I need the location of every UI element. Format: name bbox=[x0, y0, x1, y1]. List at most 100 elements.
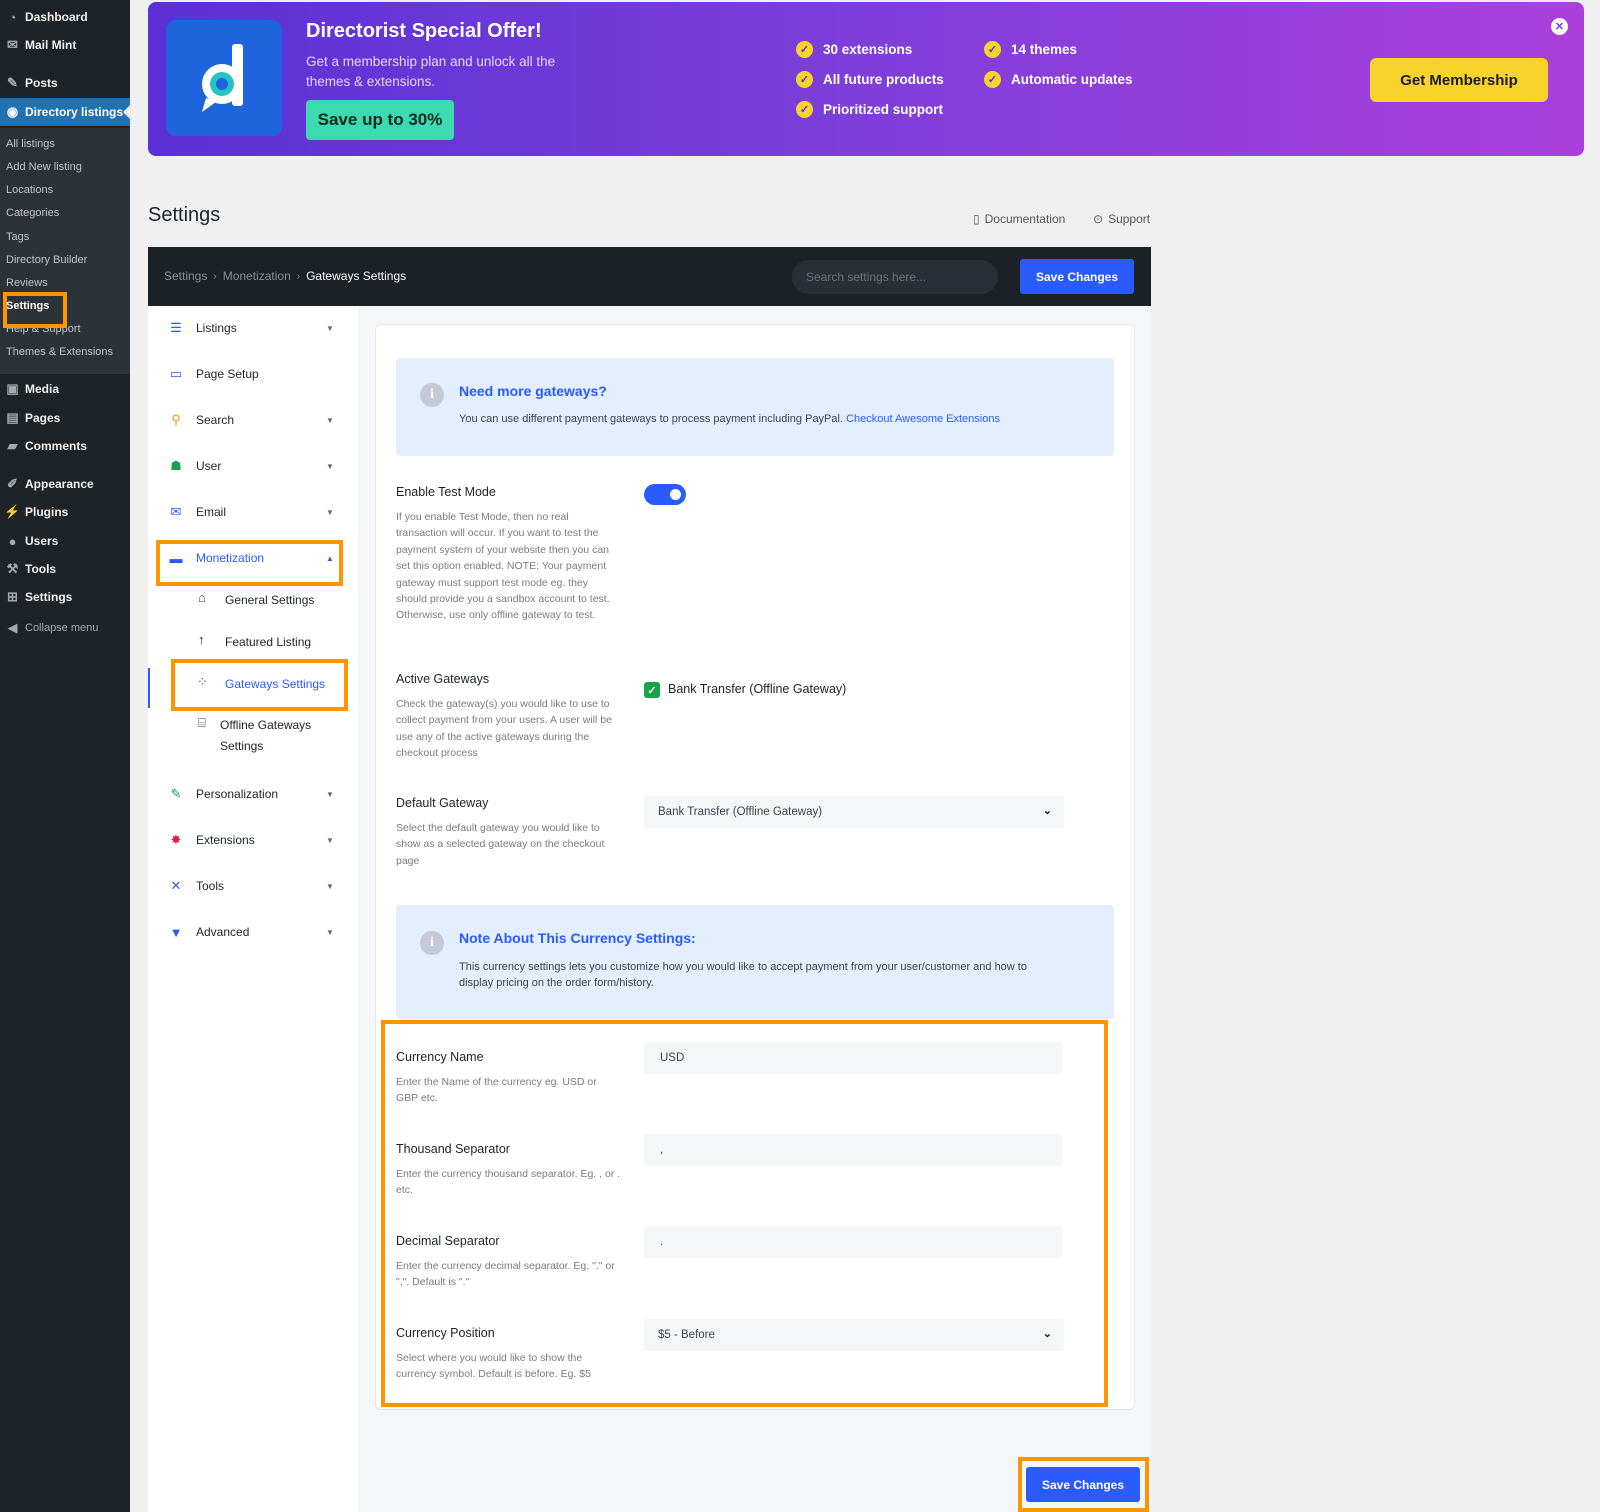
menu-dashboard[interactable]: ◔ Dashboard bbox=[0, 3, 130, 31]
directorist-logo bbox=[166, 20, 282, 136]
nav-listings[interactable]: ☰ Listings ▼ bbox=[148, 308, 358, 348]
menu-appearance[interactable]: ✐ Appearance bbox=[0, 470, 130, 498]
settings-search-input[interactable] bbox=[792, 260, 998, 294]
save-offer-button[interactable]: Save up to 30% bbox=[306, 100, 454, 140]
currency-position-label: Currency Position bbox=[396, 1326, 495, 1340]
help-icon: ⊙ bbox=[1093, 212, 1104, 226]
chevron-down-icon: ⌄ bbox=[1042, 805, 1052, 817]
nav-featured-listing[interactable]: Featured Listing bbox=[225, 632, 311, 653]
currency-notice: i Note About This Currency Settings: Thi… bbox=[396, 905, 1114, 1019]
decimal-separator-input[interactable] bbox=[644, 1226, 1062, 1258]
nav-email[interactable]: ✉ Email ▼ bbox=[148, 492, 358, 532]
tools-icon: ✕ bbox=[170, 878, 182, 893]
nav-tools[interactable]: ✕ Tools ▼ bbox=[148, 866, 358, 906]
nav-gateways-settings[interactable]: Gateways Settings bbox=[225, 674, 325, 695]
caret-down-icon: ▼ bbox=[326, 927, 334, 937]
currency-name-desc: Enter the Name of the currency eg. USD o… bbox=[396, 1076, 597, 1105]
menu-tools[interactable]: ⚒ Tools bbox=[0, 555, 130, 583]
info-icon: i bbox=[420, 383, 444, 407]
save-changes-button-bottom[interactable]: Save Changes bbox=[1026, 1467, 1140, 1502]
currency-position-select[interactable]: $5 - Before ⌄ bbox=[644, 1319, 1064, 1351]
page-title: Settings bbox=[148, 204, 221, 226]
caret-down-icon: ▼ bbox=[326, 415, 334, 425]
settings-nav: ☰ Listings ▼ ▭ Page Setup ⚲ Search ▼ ☗ User ▼ ✉… bbox=[148, 306, 358, 1512]
submenu-reviews[interactable]: Reviews bbox=[6, 277, 48, 289]
nav-user[interactable]: ☗ User ▼ bbox=[148, 446, 358, 486]
default-gateway-select[interactable]: Bank Transfer (Offline Gateway) ⌄ bbox=[644, 796, 1064, 828]
nav-page-setup[interactable]: ▭ Page Setup bbox=[148, 354, 358, 394]
caret-down-icon: ▼ bbox=[326, 789, 334, 799]
checkout-extensions-link[interactable]: Checkout Awesome Extensions bbox=[846, 413, 1000, 425]
support-link[interactable]: ⊙ Support bbox=[1093, 212, 1150, 226]
media-icon: ▣ bbox=[6, 381, 19, 396]
gateways-notice-text: You can use different payment gateways t… bbox=[459, 413, 844, 425]
test-mode-desc: If you enable Test Mode, then no real tr… bbox=[396, 511, 610, 622]
menu-plugins[interactable]: ⚡ Plugins bbox=[0, 498, 130, 526]
feature-item: ✓ Prioritized support bbox=[796, 101, 943, 118]
menu-settings[interactable]: ⊞ Settings bbox=[0, 583, 130, 611]
settings-icon: ⊞ bbox=[7, 589, 18, 604]
arrow-up-icon: ↑ bbox=[198, 632, 205, 647]
test-mode-toggle[interactable] bbox=[644, 484, 686, 505]
submenu-themes-extensions[interactable]: Themes & Extensions bbox=[6, 346, 113, 358]
currency-position-desc: Select where you would like to show the … bbox=[396, 1352, 591, 1381]
promo-banner: Directorist Special Offer! Get a members… bbox=[148, 2, 1584, 156]
nav-extensions[interactable]: ✸ Extensions ▼ bbox=[148, 820, 358, 860]
submenu-settings[interactable]: Settings bbox=[6, 300, 49, 312]
submenu-help-support[interactable]: Help & Support bbox=[6, 323, 81, 335]
nav-search[interactable]: ⚲ Search ▼ bbox=[148, 400, 358, 440]
nav-advanced[interactable]: ▼ Advanced ▼ bbox=[148, 912, 358, 952]
caret-down-icon: ▼ bbox=[326, 835, 334, 845]
dashboard-icon: ◔ bbox=[8, 9, 17, 25]
menu-posts[interactable]: ✎ Posts bbox=[0, 69, 130, 97]
brush-icon: ✎ bbox=[170, 786, 182, 801]
submenu-all-listings[interactable]: All listings bbox=[6, 138, 55, 150]
search-icon: ⚲ bbox=[171, 412, 181, 427]
submenu-add-new-listing[interactable]: Add New listing bbox=[6, 161, 82, 173]
bank-transfer-checkbox[interactable]: ✓ bbox=[644, 682, 660, 698]
breadcrumb-settings[interactable]: Settings bbox=[164, 269, 207, 283]
wrench-icon: ⚒ bbox=[6, 561, 19, 576]
info-icon: i bbox=[420, 931, 444, 955]
directory-icon: ◉ bbox=[6, 104, 19, 119]
get-membership-button[interactable]: Get Membership bbox=[1370, 58, 1548, 102]
decimal-separator-label: Decimal Separator bbox=[396, 1234, 500, 1248]
filter-icon: ▼ bbox=[169, 924, 183, 940]
caret-down-icon: ▼ bbox=[326, 323, 334, 333]
settings-card: i Need more gateways? You can use differ… bbox=[375, 324, 1135, 1410]
check-icon: ✓ bbox=[796, 41, 813, 58]
nav-general-settings[interactable]: General Settings bbox=[225, 590, 314, 611]
brush-icon: ✐ bbox=[7, 476, 18, 491]
documentation-link[interactable]: ▯ Documentation bbox=[973, 212, 1065, 226]
breadcrumb: Settings › Monetization › Gateways Setti… bbox=[164, 269, 406, 283]
currency-name-input[interactable] bbox=[644, 1042, 1062, 1074]
settings-header: Settings › Monetization › Gateways Setti… bbox=[148, 247, 1151, 306]
thousand-separator-input[interactable] bbox=[644, 1134, 1062, 1166]
check-icon: ✓ bbox=[796, 71, 813, 88]
menu-mail-mint[interactable]: ✉ Mail Mint bbox=[0, 31, 130, 59]
currency-notice-text: This currency settings lets you customiz… bbox=[459, 961, 1027, 989]
submenu-directory-builder[interactable]: Directory Builder bbox=[6, 254, 87, 266]
menu-directory-listings[interactable]: ◉ Directory listings bbox=[0, 98, 130, 126]
active-gateways-desc: Check the gateway(s) you would like to u… bbox=[396, 698, 612, 760]
menu-comments[interactable]: ▰ Comments bbox=[0, 432, 130, 460]
promo-title: Directorist Special Offer! bbox=[306, 20, 542, 42]
collapse-menu[interactable]: ◀ Collapse menu bbox=[0, 614, 130, 642]
submenu-tags[interactable]: Tags bbox=[6, 231, 29, 243]
save-changes-button-top[interactable]: Save Changes bbox=[1020, 259, 1134, 294]
thousand-separator-label: Thousand Separator bbox=[396, 1142, 510, 1156]
collapse-icon: ◀ bbox=[7, 620, 18, 635]
nav-monetization[interactable]: ▬ Monetization ▲ bbox=[148, 538, 358, 578]
nav-offline-gateways[interactable]: Offline Gateways Settings bbox=[220, 715, 311, 757]
close-icon[interactable]: ✕ bbox=[1551, 18, 1568, 35]
nav-personalization[interactable]: ✎ Personalization ▼ bbox=[148, 774, 358, 814]
gateways-notice: i Need more gateways? You can use differ… bbox=[396, 358, 1114, 456]
menu-users[interactable]: ● Users bbox=[0, 527, 130, 555]
submenu-locations[interactable]: Locations bbox=[6, 184, 53, 196]
directory-submenu: All listings Add New listing Locations C… bbox=[0, 128, 130, 374]
active-indicator bbox=[148, 668, 150, 708]
breadcrumb-monetization[interactable]: Monetization bbox=[223, 269, 291, 283]
submenu-categories[interactable]: Categories bbox=[6, 207, 59, 219]
menu-media[interactable]: ▣ Media bbox=[0, 375, 130, 403]
menu-pages[interactable]: ▤ Pages bbox=[0, 404, 130, 432]
